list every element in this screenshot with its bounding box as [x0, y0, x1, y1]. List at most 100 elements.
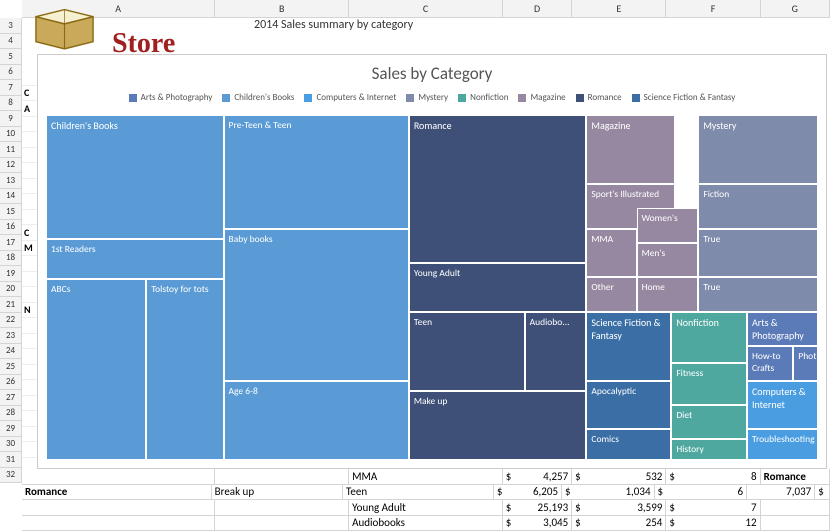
row-header-15[interactable]: 15 [0, 204, 22, 220]
row-header-17[interactable]: 17 [0, 235, 22, 251]
treemap-cell[interactable]: MMA [586, 229, 636, 277]
treemap-cell[interactable]: Young Adult [409, 263, 587, 311]
row-header-10[interactable]: 10 [0, 127, 22, 143]
column-header-G[interactable]: G [761, 0, 830, 17]
treemap-chart[interactable]: Sales by Category Arts & PhotographyChil… [37, 54, 827, 469]
row-header-29[interactable]: 29 [0, 421, 22, 437]
grid-cell[interactable]: Romance [22, 485, 212, 501]
grid-cell[interactable] [22, 469, 215, 485]
treemap-cell[interactable]: Science Fiction & Fantasy [586, 312, 671, 381]
grid-cell[interactable]: Break up [212, 485, 343, 501]
row-header-30[interactable]: 30 [0, 437, 22, 453]
row-header-23[interactable]: 23 [0, 328, 22, 344]
row-header-28[interactable]: 28 [0, 406, 22, 422]
treemap-cell[interactable]: How-to Crafts [747, 346, 793, 381]
column-header-E[interactable]: E [572, 0, 666, 17]
grid-cell[interactable]: MMA [349, 469, 503, 485]
column-header-D[interactable]: D [503, 0, 572, 17]
row-header-20[interactable]: 20 [0, 282, 22, 298]
row-header-25[interactable]: 25 [0, 359, 22, 375]
row-header-16[interactable]: 16 [0, 220, 22, 236]
treemap-cell[interactable]: 1st Readers [46, 239, 224, 279]
row-header-9[interactable]: 9 [0, 111, 22, 127]
data-grid[interactable]: MMA$4,257$532$8RomanceRomanceBreak upTee… [22, 469, 830, 531]
column-header-B[interactable]: B [215, 0, 349, 17]
treemap-cell[interactable]: Mystery [698, 115, 818, 184]
grid-cell[interactable]: $25,193 [503, 500, 572, 516]
table-row[interactable]: RomanceBreak upTeen$6,205$1,034$67,037$ [22, 485, 830, 501]
grid-cell[interactable]: $6 [655, 485, 748, 501]
row-header-24[interactable]: 24 [0, 344, 22, 360]
treemap-cell[interactable]: Age 6-8 [224, 381, 409, 460]
column-header-C[interactable]: C [349, 0, 503, 17]
grid-cell[interactable] [215, 500, 349, 516]
row-header-18[interactable]: 18 [0, 251, 22, 267]
treemap-cell[interactable]: ABCs [46, 279, 146, 460]
grid-cell[interactable]: $8 [666, 469, 760, 485]
grid-cell[interactable]: 7,037 [747, 485, 815, 501]
grid-cell[interactable] [761, 500, 830, 516]
column-header-F[interactable]: F [666, 0, 760, 17]
treemap-cell[interactable]: Home [637, 277, 699, 312]
row-header-3[interactable]: 3 [0, 18, 22, 34]
row-header-8[interactable]: 8 [0, 96, 22, 112]
treemap-cell[interactable]: Men's [637, 243, 699, 278]
grid-cell[interactable] [22, 500, 215, 516]
row-header-5[interactable]: 5 [0, 49, 22, 65]
grid-cell[interactable]: $7 [666, 500, 760, 516]
table-row[interactable]: Young Adult$25,193$3,599$7 [22, 500, 830, 516]
row-header-31[interactable]: 31 [0, 452, 22, 468]
treemap-area[interactable]: Children's Books1st ReadersABCsTolstoy f… [46, 115, 818, 460]
row-header-14[interactable]: 14 [0, 189, 22, 205]
legend-swatch [129, 94, 137, 102]
row-header-22[interactable]: 22 [0, 313, 22, 329]
treemap-cell[interactable]: Baby books [224, 229, 409, 381]
treemap-cell[interactable]: Arts & Photography [747, 312, 818, 347]
treemap-cell[interactable]: True [698, 229, 818, 277]
row-header-32[interactable]: 32 [0, 468, 22, 484]
grid-cell[interactable]: $ [815, 485, 830, 501]
treemap-cell[interactable]: Make up [409, 391, 587, 460]
treemap-cell[interactable]: History [671, 439, 747, 460]
grid-cell[interactable]: $532 [572, 469, 666, 485]
grid-cell[interactable]: $6,205 [494, 485, 562, 501]
treemap-cell[interactable]: Fiction [698, 184, 818, 229]
treemap-cell[interactable]: Women's [637, 208, 699, 243]
treemap-cell[interactable]: Tolstoy for tots [146, 279, 223, 460]
treemap-cell[interactable]: Audiobo... [525, 312, 587, 391]
treemap-cell[interactable]: Magazine [586, 115, 675, 184]
treemap-cell[interactable]: Romance [409, 115, 587, 263]
treemap-cell[interactable]: Comics [586, 429, 671, 460]
grid-cell[interactable]: $4,257 [503, 469, 572, 485]
treemap-cell[interactable]: True [698, 277, 818, 312]
treemap-cell[interactable]: Phot... [793, 346, 818, 381]
row-header-21[interactable]: 21 [0, 297, 22, 313]
treemap-cell[interactable]: Fitness [671, 363, 747, 404]
treemap-cell[interactable]: Other [586, 277, 636, 312]
treemap-cell[interactable]: Teen [409, 312, 525, 391]
row-header-19[interactable]: 19 [0, 266, 22, 282]
row-header-11[interactable]: 11 [0, 142, 22, 158]
row-header-6[interactable]: 6 [0, 65, 22, 81]
grid-cell[interactable]: Young Adult [349, 500, 503, 516]
treemap-cell[interactable]: Troubleshooting [747, 429, 818, 460]
row-header-12[interactable]: 12 [0, 158, 22, 174]
treemap-cell[interactable]: Children's Books [46, 115, 224, 239]
grid-cell[interactable] [215, 469, 349, 485]
grid-cell[interactable]: Romance [761, 469, 830, 485]
treemap-cell[interactable]: Computers & Internet [747, 381, 818, 429]
grid-cell[interactable]: Teen [343, 485, 494, 501]
row-header-13[interactable]: 13 [0, 173, 22, 189]
worksheet[interactable]: Store 2014 Sales summary by category CAC… [22, 18, 830, 529]
treemap-cell[interactable]: Pre-Teen & Teen [224, 115, 409, 229]
row-header-4[interactable]: 4 [0, 34, 22, 50]
table-row[interactable]: MMA$4,257$532$8Romance [22, 469, 830, 485]
grid-cell[interactable]: $1,034 [562, 485, 655, 501]
row-header-7[interactable]: 7 [0, 80, 22, 96]
treemap-cell[interactable]: Diet [671, 405, 747, 440]
row-header-26[interactable]: 26 [0, 375, 22, 391]
row-header-27[interactable]: 27 [0, 390, 22, 406]
grid-cell[interactable]: $3,599 [572, 500, 666, 516]
treemap-cell[interactable]: Apocalyptic [586, 381, 671, 429]
treemap-cell[interactable]: Nonfiction [671, 312, 747, 364]
